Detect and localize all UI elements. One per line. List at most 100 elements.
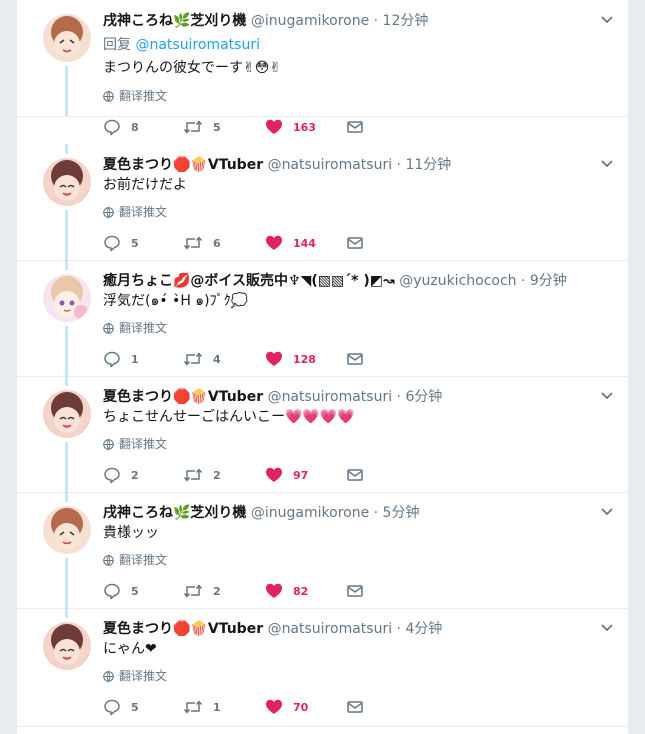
reply-button[interactable]: 5 — [103, 581, 139, 601]
thread-line — [65, 376, 68, 386]
translate-link[interactable]: 翻译推文 — [103, 320, 167, 336]
retweet-button[interactable]: 4 — [183, 349, 221, 369]
reply-count: 5 — [131, 700, 139, 714]
display-name[interactable]: 夏色まつり🛑🍿VTuber — [103, 389, 263, 405]
tweet-header: 戌神ころね🌿芝刈り機 @inugamikorone · 5分钟 — [103, 503, 598, 523]
heart-icon — [266, 699, 282, 714]
avatar[interactable] — [43, 506, 91, 554]
like-button[interactable]: 97 — [265, 465, 308, 485]
heart-icon — [266, 467, 282, 482]
tweet-text: お前だけだよ — [103, 177, 187, 193]
tweet[interactable]: 夏色まつり🛑🍿VTuber @natsuiromatsuri · 6分钟 ちょこ… — [17, 376, 628, 493]
tweet[interactable]: 夏色まつり🛑🍿VTuber @natsuiromatsuri · 11分钟 お前… — [17, 144, 628, 261]
reply-button[interactable]: 8 — [103, 117, 139, 137]
reply-to-handle[interactable]: @natsuiromatsuri — [135, 37, 260, 53]
retweet-button[interactable]: 1 — [183, 697, 221, 717]
display-name[interactable]: 癒月ちょこ💋@ボイス販売中♆◥(▧▧´* )◩↝ — [103, 273, 395, 289]
timestamp[interactable]: · 4分钟 — [397, 621, 443, 637]
chevron-down-icon[interactable] — [600, 13, 614, 27]
retweet-icon — [183, 352, 203, 366]
dm-button[interactable] — [346, 233, 374, 253]
like-button[interactable]: 144 — [265, 233, 316, 253]
globe-icon — [103, 322, 114, 334]
reply-to: 回复 @natsuiromatsuri — [103, 35, 260, 55]
thread-line — [65, 558, 68, 608]
dm-button[interactable] — [346, 697, 374, 717]
translate-link[interactable]: 翻译推文 — [103, 668, 167, 684]
translate-label: 翻译推文 — [119, 437, 168, 451]
retweet-count: 2 — [213, 468, 221, 482]
avatar[interactable] — [43, 158, 91, 206]
dm-button[interactable] — [346, 117, 374, 137]
globe-icon — [103, 554, 114, 566]
dm-button[interactable] — [346, 349, 374, 369]
globe-icon — [103, 90, 114, 102]
display-name[interactable]: 夏色まつり🛑🍿VTuber — [103, 157, 263, 173]
retweet-button[interactable]: 5 — [183, 117, 221, 137]
avatar[interactable] — [43, 14, 91, 62]
retweet-button[interactable]: 2 — [183, 581, 221, 601]
user-handle[interactable]: @inugamikorone — [251, 505, 369, 521]
translate-link[interactable]: 翻译推文 — [103, 88, 167, 104]
timestamp[interactable]: · 6分钟 — [397, 389, 443, 405]
chevron-down-icon[interactable] — [600, 157, 614, 171]
tweet-actions: 5 1 70 — [103, 697, 403, 717]
translate-link[interactable]: 翻译推文 — [103, 436, 167, 452]
dm-button[interactable] — [346, 581, 374, 601]
tweet[interactable]: 戌神ころね🌿芝刈り機 @inugamikorone · 12分钟 回复 @nat… — [17, 0, 628, 136]
chevron-down-icon[interactable] — [600, 389, 614, 403]
display-name[interactable]: 戌神ころね🌿芝刈り機 — [103, 13, 246, 29]
retweet-count: 6 — [213, 236, 221, 250]
timestamp[interactable]: · 11分钟 — [397, 157, 452, 173]
like-count: 144 — [293, 236, 316, 250]
retweet-button[interactable]: 2 — [183, 465, 221, 485]
dm-button[interactable] — [346, 465, 374, 485]
reply-button[interactable]: 5 — [103, 233, 139, 253]
chevron-down-icon[interactable] — [600, 505, 614, 519]
thread-line — [65, 608, 68, 618]
user-handle[interactable]: @natsuiromatsuri — [268, 621, 393, 637]
reply-count: 2 — [131, 468, 139, 482]
display-name[interactable]: 夏色まつり🛑🍿VTuber — [103, 621, 263, 637]
user-handle[interactable]: @inugamikorone — [251, 13, 369, 29]
like-button[interactable]: 163 — [265, 117, 316, 137]
timestamp[interactable]: · 12分钟 — [374, 13, 429, 29]
user-handle[interactable]: @natsuiromatsuri — [268, 389, 393, 405]
retweet-count: 5 — [213, 120, 221, 134]
reply-icon — [104, 351, 120, 368]
envelope-icon — [347, 701, 363, 713]
heart-icon — [266, 583, 282, 598]
like-count: 163 — [293, 120, 316, 134]
thread-line — [65, 210, 68, 260]
reply-button[interactable]: 5 — [103, 697, 139, 717]
avatar[interactable] — [43, 390, 91, 438]
envelope-icon — [347, 353, 363, 365]
display-name[interactable]: 戌神ころね🌿芝刈り機 — [103, 505, 246, 521]
thread-line — [65, 326, 68, 376]
tweet[interactable]: 癒月ちょこ💋@ボイス販売中♆◥(▧▧´* )◩↝ @yuzukichococh … — [17, 260, 628, 377]
translate-label: 翻译推文 — [119, 553, 168, 567]
timestamp[interactable]: · 9分钟 — [521, 273, 567, 289]
tweet-text: 浮気だ(๑•́ •̀H ๑)ﾌﾟｸ💭 — [103, 293, 249, 309]
like-button[interactable]: 82 — [265, 581, 308, 601]
reply-button[interactable]: 1 — [103, 349, 139, 369]
timestamp[interactable]: · 5分钟 — [374, 505, 420, 521]
translate-link[interactable]: 翻译推文 — [103, 204, 167, 220]
reply-prefix: 回复 — [103, 37, 131, 53]
avatar[interactable] — [43, 622, 91, 670]
reply-icon — [104, 235, 120, 252]
user-handle[interactable]: @natsuiromatsuri — [268, 157, 393, 173]
tweet[interactable]: 戌神ころね🌿芝刈り機 @inugamikorone · 5分钟 貴様ッッ 翻译推… — [17, 492, 628, 609]
envelope-icon — [347, 121, 363, 133]
like-button[interactable]: 70 — [265, 697, 308, 717]
reply-icon — [104, 467, 120, 484]
tweet[interactable]: 夏色まつり🛑🍿VTuber @natsuiromatsuri · 4分钟 にゃん… — [17, 608, 628, 727]
tweet-text: ちょこせんせーごはんいこー💗💗💗💗 — [103, 409, 355, 425]
user-handle[interactable]: @yuzukichococh — [399, 273, 516, 289]
chevron-down-icon[interactable] — [600, 621, 614, 635]
retweet-button[interactable]: 6 — [183, 233, 221, 253]
like-button[interactable]: 128 — [265, 349, 316, 369]
avatar[interactable] — [43, 274, 91, 322]
translate-link[interactable]: 翻译推文 — [103, 552, 167, 568]
reply-button[interactable]: 2 — [103, 465, 139, 485]
